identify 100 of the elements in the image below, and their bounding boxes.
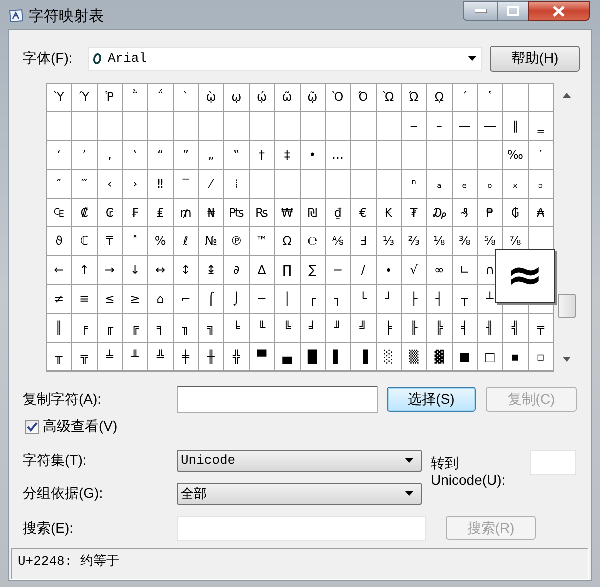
character-cell[interactable]: ▪ [503, 342, 528, 370]
character-cell[interactable]: ┐ [326, 285, 350, 313]
character-cell[interactable]: ┌ [300, 285, 325, 313]
character-cell[interactable]: ῭ [123, 84, 148, 112]
character-cell[interactable]: ╢ [478, 314, 502, 342]
character-cell[interactable]: ∕ [351, 256, 376, 284]
character-cell[interactable]: ╔ [123, 314, 148, 342]
character-cell[interactable]: ₫ [326, 198, 350, 226]
character-cell[interactable]: ⌠ [199, 285, 224, 313]
character-cell[interactable]: • [300, 141, 325, 169]
character-cell[interactable]: ₳ [528, 198, 553, 226]
character-cell[interactable]: ╥ [47, 342, 72, 370]
character-cell[interactable]: ≠ [47, 285, 72, 313]
character-cell[interactable]: ↔ [148, 256, 173, 284]
character-cell[interactable]: ℗ [224, 227, 249, 256]
character-cell[interactable]: ╚ [275, 314, 300, 342]
character-cell[interactable]: ‼ [148, 170, 173, 198]
character-cell[interactable]: ₨ [250, 198, 274, 226]
character-cell[interactable]: ╙ [250, 314, 274, 342]
character-cell[interactable]: ῾ [478, 84, 502, 112]
character-cell[interactable]: ₢ [98, 198, 122, 226]
character-cell[interactable]: ” [174, 141, 198, 169]
character-cell[interactable]: ╨ [123, 342, 148, 370]
character-cell[interactable]: ₓ [503, 170, 528, 198]
character-cell[interactable]: ↓ [123, 256, 148, 284]
character-set-dropdown[interactable]: Unicode [177, 450, 422, 472]
character-cell[interactable]: ▒ [402, 342, 426, 370]
character-cell[interactable]: ≤ [98, 285, 122, 313]
character-cell[interactable]: ₭ [376, 198, 401, 226]
character-cell[interactable]: ‰ [503, 141, 528, 169]
character-cell[interactable]: █ [300, 342, 325, 370]
character-cell[interactable]: ῶ [275, 84, 300, 112]
character-cell[interactable]: ϑ [47, 227, 72, 256]
character-cell[interactable]: ∏ [275, 256, 300, 284]
character-cell[interactable]: ₮ [402, 198, 426, 226]
character-cell[interactable]: ▫ [528, 342, 553, 370]
character-cell[interactable]: ῳ [224, 84, 249, 112]
character-cell[interactable]: ‘ [47, 141, 72, 169]
character-cell[interactable]: ₸ [98, 227, 122, 256]
character-cell[interactable]: ⅜ [452, 227, 477, 256]
character-cell[interactable]: ≡ [72, 285, 97, 313]
character-cell[interactable]: ╞ [376, 314, 401, 342]
character-cell[interactable]: ‒ [402, 112, 426, 140]
character-cell[interactable]: ⁿ [402, 170, 426, 198]
character-cell[interactable]: Ὸ [326, 84, 350, 112]
character-cell[interactable]: ∂ [224, 256, 249, 284]
character-cell[interactable]: ⌡ [224, 285, 249, 313]
character-cell[interactable]: Ὼ [376, 84, 401, 112]
character-cell[interactable]: ⅝ [478, 227, 502, 256]
character-cell[interactable]: ₔ [528, 170, 553, 198]
character-cell[interactable]: “ [148, 141, 173, 169]
character-cell[interactable]: ╫ [199, 342, 224, 370]
character-cell[interactable]: ₩ [275, 198, 300, 226]
character-cell[interactable]: ‛ [123, 141, 148, 169]
character-cell[interactable]: € [351, 198, 376, 226]
font-dropdown[interactable]: Arial [88, 46, 482, 70]
character-cell[interactable]: „ [199, 141, 224, 169]
character-cell[interactable]: ╡ [452, 314, 477, 342]
character-cell[interactable]: ‚ [98, 141, 122, 169]
character-cell[interactable]: † [250, 141, 274, 169]
character-cell[interactable]: ░ [376, 342, 401, 370]
character-cell[interactable]: ∑ [300, 256, 325, 284]
character-cell[interactable]: ┤ [427, 285, 452, 313]
character-cell[interactable]: □ [478, 342, 502, 370]
character-cell[interactable]: ╛ [300, 314, 325, 342]
character-cell[interactable]: ₯ [427, 198, 452, 226]
character-cell[interactable]: ₪ [300, 198, 325, 226]
character-cell[interactable]: ῴ [250, 84, 274, 112]
character-cell[interactable]: ▀ [250, 342, 274, 370]
character-cell[interactable]: ┬ [452, 285, 477, 313]
character-cell[interactable]: ▐ [351, 342, 376, 370]
character-cell[interactable]: Ⅎ [351, 227, 376, 256]
character-cell[interactable]: ⅔ [402, 227, 426, 256]
character-cell[interactable]: ℂ [72, 227, 97, 256]
character-cell[interactable]: ─ [250, 285, 274, 313]
character-cell[interactable]: ╦ [72, 342, 97, 370]
character-cell[interactable]: ╗ [199, 314, 224, 342]
character-cell[interactable]: ├ [402, 285, 426, 313]
character-cell[interactable]: — [452, 112, 477, 140]
character-cell[interactable]: ╣ [503, 314, 528, 342]
select-button[interactable]: 选择(S) [387, 386, 476, 412]
character-cell[interactable]: ← [47, 256, 72, 284]
character-cell[interactable]: ╤ [528, 314, 553, 342]
character-cell[interactable]: ║ [47, 314, 72, 342]
character-cell[interactable]: ╩ [148, 342, 173, 370]
character-cell[interactable]: ₲ [503, 198, 528, 226]
character-cell[interactable]: ´ [452, 84, 477, 112]
character-cell[interactable]: ╬ [224, 342, 249, 370]
character-cell[interactable]: ₦ [199, 198, 224, 226]
group-by-dropdown[interactable]: 全部 [177, 482, 422, 504]
character-cell[interactable]: └ [351, 285, 376, 313]
character-cell[interactable]: ˟ [123, 227, 148, 256]
character-cell[interactable]: ⌂ [148, 285, 173, 313]
character-cell[interactable]: ⅍ [326, 227, 350, 256]
character-cell[interactable]: ῼ [427, 84, 452, 112]
character-cell[interactable]: ╓ [98, 314, 122, 342]
character-cell[interactable]: → [98, 256, 122, 284]
character-cell[interactable]: ↕ [174, 256, 198, 284]
character-cell[interactable]: ‾ [174, 170, 198, 198]
help-button[interactable]: 帮助(H) [490, 46, 580, 72]
